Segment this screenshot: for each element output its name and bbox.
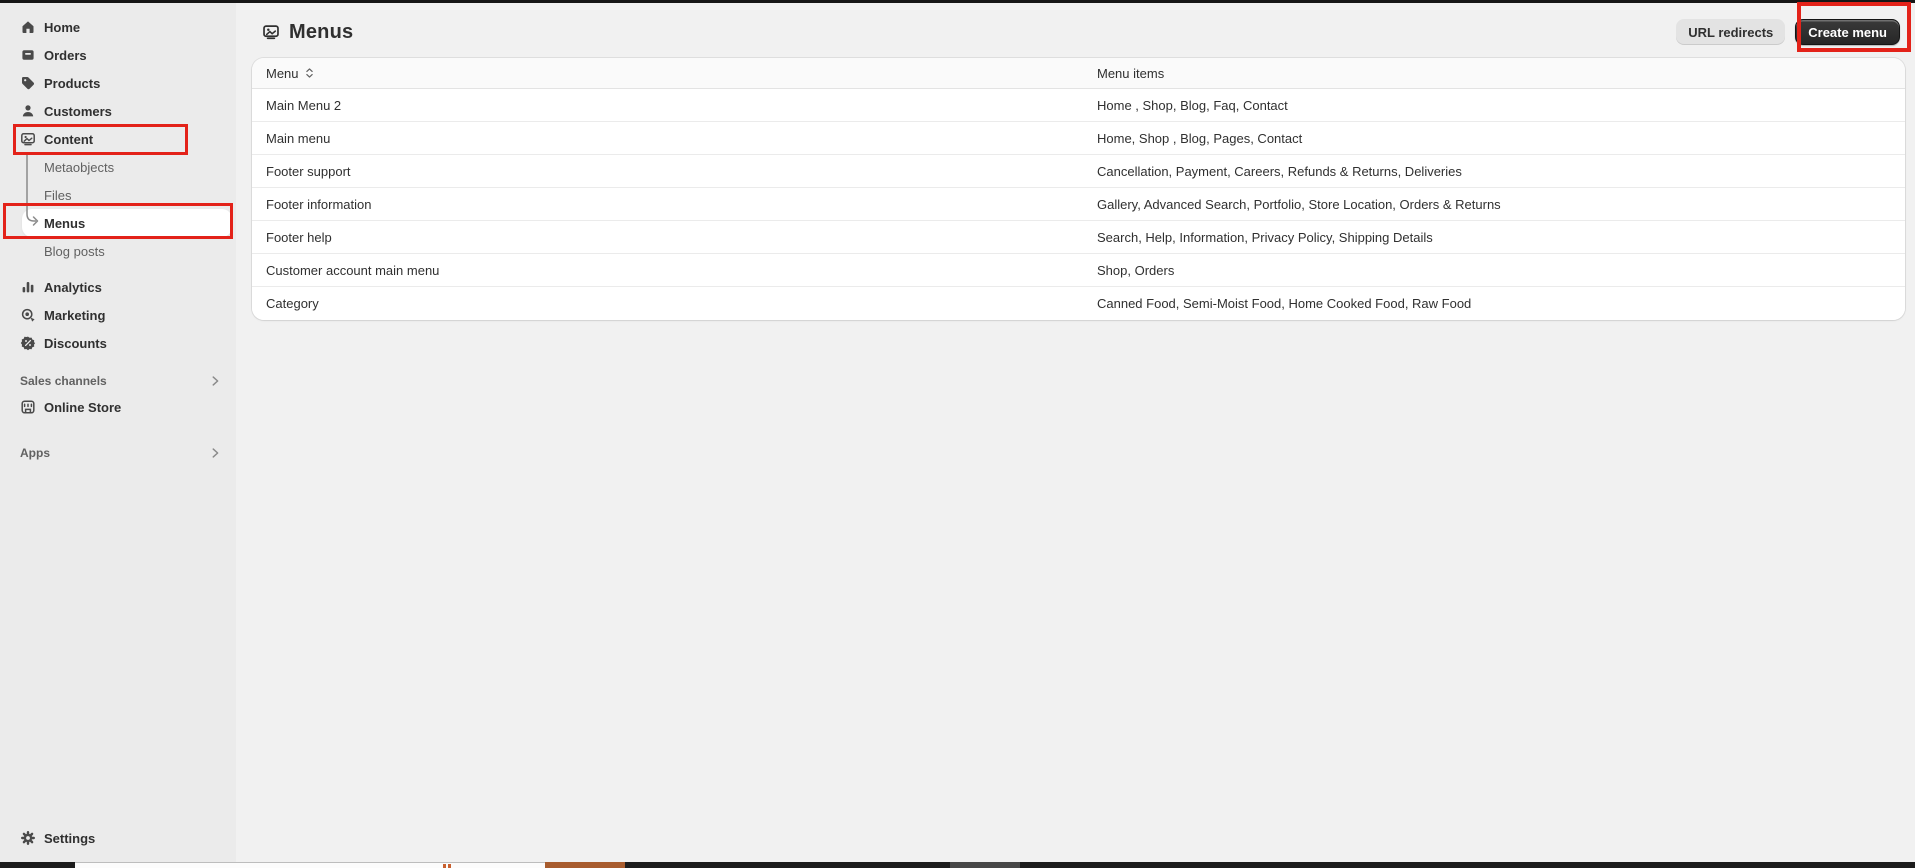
column-header-menu[interactable]: Menu bbox=[252, 66, 1083, 81]
sidebar-item-home[interactable]: Home bbox=[0, 13, 236, 41]
table-row[interactable]: Footer information Gallery, Advanced Sea… bbox=[252, 188, 1905, 221]
sidebar-item-label: Blog posts bbox=[44, 244, 105, 259]
menu-name-cell[interactable]: Main menu bbox=[252, 131, 1083, 146]
sidebar-item-label: Analytics bbox=[44, 280, 102, 295]
menu-name-cell[interactable]: Footer support bbox=[252, 164, 1083, 179]
sidebar-item-label: Metaobjects bbox=[44, 160, 114, 175]
sidebar-item-label: Marketing bbox=[44, 308, 105, 323]
sidebar-item-label: Discounts bbox=[44, 336, 107, 351]
sidebar-item-analytics[interactable]: Analytics bbox=[0, 273, 236, 301]
menu-items-cell: Canned Food, Semi-Moist Food, Home Cooke… bbox=[1083, 296, 1905, 311]
table-header-row: Menu Menu items bbox=[252, 58, 1905, 89]
chevron-right-icon bbox=[208, 374, 222, 388]
sort-icon[interactable] bbox=[303, 66, 316, 80]
sidebar-item-label: Files bbox=[44, 188, 71, 203]
table-row[interactable]: Main menu Home, Shop , Blog, Pages, Cont… bbox=[252, 122, 1905, 155]
sidebar-item-label: Orders bbox=[44, 48, 87, 63]
table-row[interactable]: Footer help Search, Help, Information, P… bbox=[252, 221, 1905, 254]
page-header: Menus URL redirects Create menu bbox=[236, 3, 1915, 55]
content-icon bbox=[20, 131, 36, 147]
sidebar-item-orders[interactable]: Orders bbox=[0, 41, 236, 69]
bottom-strip-orange-marks bbox=[443, 864, 452, 868]
section-label: Sales channels bbox=[20, 374, 107, 388]
sidebar-item-label: Online Store bbox=[44, 400, 121, 415]
menu-name-cell[interactable]: Footer information bbox=[252, 197, 1083, 212]
section-label: Apps bbox=[20, 446, 50, 460]
menus-table-card: Menu Menu items Main Menu 2 Home , Shop,… bbox=[252, 58, 1905, 320]
bottom-strip-window-sliver bbox=[75, 862, 545, 868]
column-header-label: Menu items bbox=[1097, 66, 1164, 81]
menu-items-cell: Shop, Orders bbox=[1083, 263, 1905, 278]
customers-icon bbox=[20, 103, 36, 119]
url-redirects-button[interactable]: URL redirects bbox=[1676, 19, 1785, 45]
sidebar-item-products[interactable]: Products bbox=[0, 69, 236, 97]
sidebar-item-label: Home bbox=[44, 20, 80, 35]
content-icon bbox=[262, 23, 280, 41]
products-icon bbox=[20, 75, 36, 91]
sidebar-item-label: Customers bbox=[44, 104, 112, 119]
gear-icon bbox=[20, 830, 36, 846]
main-content: Menus URL redirects Create menu Menu Men… bbox=[236, 3, 1915, 862]
sidebar: Home Orders Products Customers Content bbox=[0, 3, 236, 862]
bottom-strip-gray-segment bbox=[950, 862, 1020, 868]
sidebar-section-apps[interactable]: Apps bbox=[0, 441, 236, 465]
analytics-icon bbox=[20, 279, 36, 295]
sidebar-item-label: Content bbox=[44, 132, 93, 147]
menu-items-cell: Cancellation, Payment, Careers, Refunds … bbox=[1083, 164, 1905, 179]
sidebar-item-files[interactable]: Files bbox=[0, 181, 236, 209]
sidebar-item-customers[interactable]: Customers bbox=[0, 97, 236, 125]
discounts-icon bbox=[20, 335, 36, 351]
table-row[interactable]: Category Canned Food, Semi-Moist Food, H… bbox=[252, 287, 1905, 320]
menu-items-cell: Home , Shop, Blog, Faq, Contact bbox=[1083, 98, 1905, 113]
sidebar-item-discounts[interactable]: Discounts bbox=[0, 329, 236, 357]
menu-name-cell[interactable]: Customer account main menu bbox=[252, 263, 1083, 278]
menu-name-cell[interactable]: Main Menu 2 bbox=[252, 98, 1083, 113]
menu-items-cell: Gallery, Advanced Search, Portfolio, Sto… bbox=[1083, 197, 1905, 212]
sidebar-item-label: Settings bbox=[44, 831, 95, 846]
orders-icon bbox=[20, 47, 36, 63]
sidebar-item-settings[interactable]: Settings bbox=[0, 824, 236, 852]
table-row[interactable]: Main Menu 2 Home , Shop, Blog, Faq, Cont… bbox=[252, 89, 1905, 122]
bottom-strip-orange-segment bbox=[545, 862, 625, 868]
sidebar-item-metaobjects[interactable]: Metaobjects bbox=[0, 153, 236, 181]
sidebar-item-label: Products bbox=[44, 76, 100, 91]
sidebar-item-online-store[interactable]: Online Store bbox=[0, 393, 236, 421]
create-menu-button[interactable]: Create menu bbox=[1795, 19, 1900, 45]
sidebar-item-menus[interactable]: Menus bbox=[22, 209, 232, 237]
menu-name-cell[interactable]: Footer help bbox=[252, 230, 1083, 245]
header-actions: URL redirects Create menu bbox=[1676, 19, 1900, 45]
sidebar-section-sales-channels[interactable]: Sales channels bbox=[0, 369, 236, 393]
table-row[interactable]: Footer support Cancellation, Payment, Ca… bbox=[252, 155, 1905, 188]
marketing-icon bbox=[20, 307, 36, 323]
page-title: Menus bbox=[262, 21, 353, 44]
sidebar-item-marketing[interactable]: Marketing bbox=[0, 301, 236, 329]
menu-name-cell[interactable]: Category bbox=[252, 296, 1083, 311]
bottom-taskbar-sliver bbox=[0, 862, 1915, 868]
window-top-edge bbox=[0, 0, 1915, 3]
menu-items-cell: Search, Help, Information, Privacy Polic… bbox=[1083, 230, 1905, 245]
table-row[interactable]: Customer account main menu Shop, Orders bbox=[252, 254, 1905, 287]
sidebar-item-content[interactable]: Content bbox=[0, 125, 236, 153]
chevron-right-icon bbox=[208, 446, 222, 460]
home-icon bbox=[20, 19, 36, 35]
column-header-menu-items: Menu items bbox=[1083, 66, 1905, 81]
sidebar-item-label: Menus bbox=[44, 216, 85, 231]
sidebar-nav: Home Orders Products Customers Content bbox=[0, 3, 236, 465]
page-title-text: Menus bbox=[289, 21, 353, 44]
store-icon bbox=[20, 399, 36, 415]
column-header-label: Menu bbox=[266, 66, 299, 81]
menu-items-cell: Home, Shop , Blog, Pages, Contact bbox=[1083, 131, 1905, 146]
sidebar-item-blog-posts[interactable]: Blog posts bbox=[0, 237, 236, 265]
